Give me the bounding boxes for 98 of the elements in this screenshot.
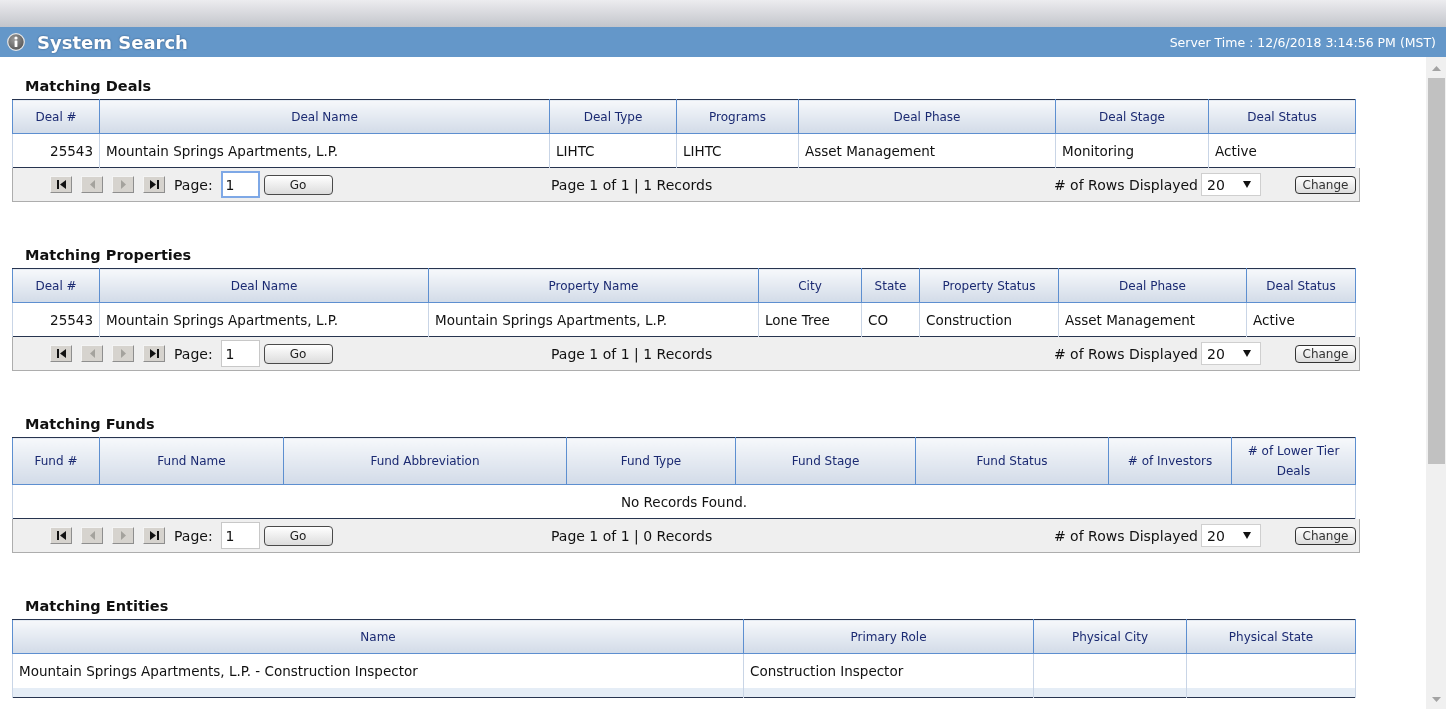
column-header: City	[758, 268, 862, 303]
rows-displayed-label: # of Rows Displayed	[1053, 527, 1198, 544]
column-header: Property Name	[428, 268, 759, 303]
caret-down-icon	[1243, 350, 1251, 357]
caret-left-icon	[89, 349, 95, 358]
column-header: Fund Status	[915, 437, 1109, 485]
column-header: Fund Stage	[735, 437, 916, 485]
column-header: Physical City	[1033, 619, 1187, 654]
rows-select[interactable]: 20	[1201, 342, 1261, 365]
table-cell: Mountain Springs Apartments, L.P.	[428, 302, 759, 337]
section-title: Matching Properties	[24, 246, 193, 265]
info-icon	[7, 33, 25, 51]
last-page-button[interactable]	[143, 345, 165, 362]
table-cell: CO	[861, 302, 920, 337]
empty-message: No Records Found.	[12, 484, 1356, 519]
page-input[interactable]: 1	[220, 171, 260, 198]
scrollbar[interactable]	[1426, 57, 1446, 709]
table-cell: Active	[1208, 133, 1356, 168]
go-button[interactable]: Go	[263, 343, 333, 364]
skip-forward-icon	[149, 180, 159, 189]
column-header: Physical State	[1186, 619, 1356, 654]
change-button[interactable]: Change	[1295, 344, 1356, 363]
page-summary: Page 1 of 1 | 1 Records	[551, 176, 714, 193]
column-header: Deal #	[12, 268, 100, 303]
section-title: Matching Entities	[24, 597, 170, 616]
first-page-button[interactable]	[50, 345, 72, 362]
column-header: Name	[12, 619, 744, 654]
skip-forward-icon	[149, 531, 159, 540]
table-cell: 25543	[12, 133, 100, 168]
page-title: System Search	[37, 31, 188, 53]
column-header: # of Lower Tier Deals	[1231, 437, 1356, 485]
column-header: Fund Abbreviation	[283, 437, 567, 485]
page-input[interactable]: 1	[220, 522, 260, 549]
column-header: Property Status	[919, 268, 1059, 303]
column-header: Fund Name	[99, 437, 284, 485]
go-button[interactable]: Go	[263, 174, 333, 195]
first-page-button[interactable]	[50, 527, 72, 544]
skip-back-icon	[56, 349, 66, 358]
server-time: Server Time : 12/6/2018 3:14:56 PM (MST)	[1169, 34, 1436, 50]
caret-down-icon	[1243, 181, 1251, 188]
scrollbar-thumb[interactable]	[1427, 78, 1445, 464]
page-input[interactable]: 1	[220, 340, 260, 367]
table-cell: Construction Inspector	[743, 653, 1034, 688]
table-cell: Mountain Springs Apartments, L.P.	[99, 133, 550, 168]
table-cell: Monitoring	[1055, 133, 1209, 168]
column-header: Deal Type	[549, 99, 677, 134]
skip-back-icon	[56, 180, 66, 189]
skip-back-icon	[56, 531, 66, 540]
go-button[interactable]: Go	[263, 525, 333, 546]
column-header: Deal Phase	[798, 99, 1056, 134]
last-page-button[interactable]	[143, 176, 165, 193]
caret-down-icon	[1243, 532, 1251, 539]
table-cell: Lone Tree	[758, 302, 862, 337]
column-header: Fund Type	[566, 437, 736, 485]
column-header: Fund #	[12, 437, 100, 485]
first-page-button[interactable]	[50, 176, 72, 193]
table-cell: Construction	[919, 302, 1059, 337]
column-header: Deal Name	[99, 99, 550, 134]
caret-right-icon	[120, 531, 126, 540]
column-header: Deal Name	[99, 268, 429, 303]
page-label: Page:	[174, 176, 213, 193]
page-label: Page:	[174, 527, 213, 544]
caret-left-icon	[89, 180, 95, 189]
last-page-button[interactable]	[143, 527, 165, 544]
scroll-up-icon[interactable]	[1431, 66, 1441, 71]
table-cell: LIHTC	[549, 133, 677, 168]
page-label: Page:	[174, 345, 213, 362]
column-header: Programs	[676, 99, 799, 134]
column-header: Deal #	[12, 99, 100, 134]
table-cell: Mountain Springs Apartments, L.P. - Construction Inspector	[12, 653, 744, 688]
table-cell: Asset Management	[1058, 302, 1247, 337]
page-summary: Page 1 of 1 | 1 Records	[551, 345, 714, 362]
caret-right-icon	[120, 180, 126, 189]
section-title: Matching Deals	[24, 77, 153, 96]
column-header: Deal Phase	[1058, 268, 1247, 303]
skip-forward-icon	[149, 349, 159, 358]
rows-select[interactable]: 20	[1201, 173, 1261, 196]
change-button[interactable]: Change	[1295, 175, 1356, 194]
section-title: Matching Funds	[24, 415, 156, 434]
column-header: # of Investors	[1108, 437, 1232, 485]
rows-select[interactable]: 20	[1201, 524, 1261, 547]
rows-displayed-label: # of Rows Displayed	[1053, 176, 1198, 193]
table-cell: LIHTC	[676, 133, 799, 168]
table-cell: 25543	[12, 302, 100, 337]
column-header: Deal Stage	[1055, 99, 1209, 134]
caret-left-icon	[89, 531, 95, 540]
column-header: Primary Role	[743, 619, 1034, 654]
scroll-down-icon[interactable]	[1431, 697, 1441, 702]
caret-right-icon	[120, 349, 126, 358]
table-cell: Active	[1246, 302, 1356, 337]
page-summary: Page 1 of 1 | 0 Records	[551, 527, 714, 544]
table-cell: Asset Management	[798, 133, 1056, 168]
column-header: Deal Status	[1246, 268, 1356, 303]
change-button[interactable]: Change	[1295, 526, 1356, 545]
table-cell: Mountain Springs Apartments, L.P.	[99, 302, 429, 337]
column-header: Deal Status	[1208, 99, 1356, 134]
rows-displayed-label: # of Rows Displayed	[1053, 345, 1198, 362]
column-header: State	[861, 268, 920, 303]
